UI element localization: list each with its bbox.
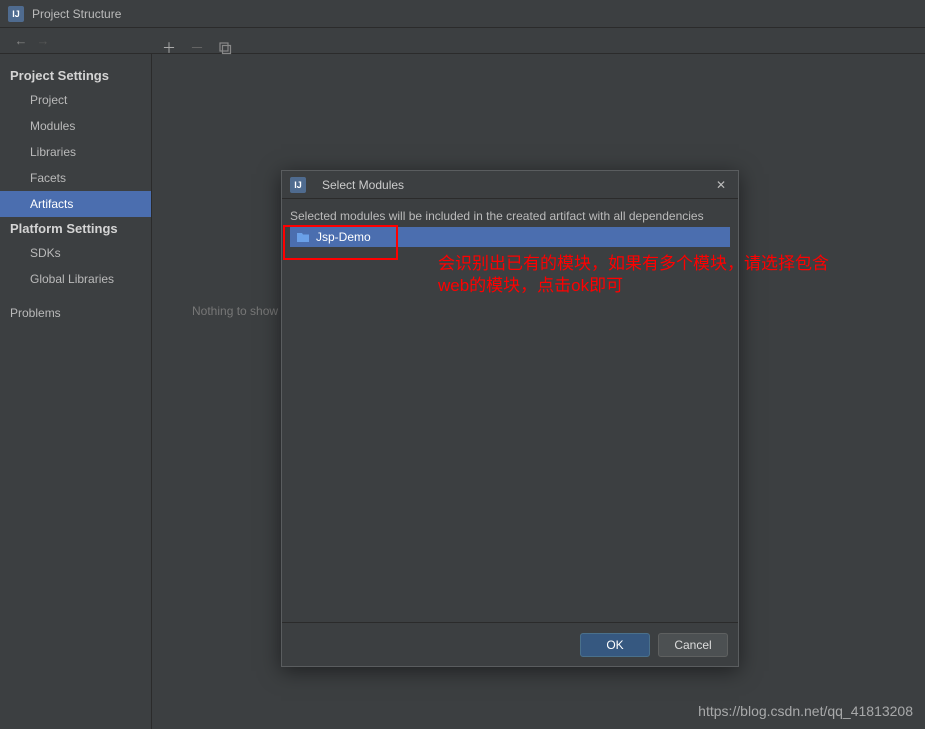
add-icon[interactable]: ＋	[160, 39, 178, 57]
section-header-platform-settings: Platform Settings	[0, 217, 151, 240]
dialog-app-icon: IJ	[290, 177, 306, 193]
ok-button[interactable]: OK	[580, 633, 650, 657]
sidebar-item-global-libraries[interactable]: Global Libraries	[0, 266, 151, 292]
nothing-to-show-label: Nothing to show	[192, 304, 278, 318]
dialog-hint: Selected modules will be included in the…	[290, 207, 730, 227]
forward-arrow-icon[interactable]: →	[32, 31, 54, 51]
sidebar-item-sdks[interactable]: SDKs	[0, 240, 151, 266]
dialog-footer: OK Cancel	[282, 622, 738, 666]
sidebar-item-project[interactable]: Project	[0, 87, 151, 113]
window-title: Project Structure	[32, 7, 121, 21]
close-icon[interactable]: ✕	[712, 176, 730, 194]
dialog-title: Select Modules	[322, 178, 712, 192]
app-icon: IJ	[8, 6, 24, 22]
sidebar-item-libraries[interactable]: Libraries	[0, 139, 151, 165]
titlebar: IJ Project Structure	[0, 0, 925, 28]
section-header-project-settings: Project Settings	[0, 64, 151, 87]
select-modules-dialog: IJ Select Modules ✕ Selected modules wil…	[281, 170, 739, 667]
sidebar-item-facets[interactable]: Facets	[0, 165, 151, 191]
back-arrow-icon[interactable]: ←	[10, 31, 32, 51]
sidebar-item-modules[interactable]: Modules	[0, 113, 151, 139]
dialog-titlebar: IJ Select Modules ✕	[282, 171, 738, 199]
sidebar: Project Settings Project Modules Librari…	[0, 54, 152, 729]
module-label: Jsp-Demo	[316, 230, 371, 244]
project-structure-window: IJ Project Structure ← → Project Setting…	[0, 0, 925, 729]
sidebar-item-problems[interactable]: Problems	[0, 300, 151, 326]
nav-row: ← →	[0, 28, 925, 54]
sidebar-item-artifacts[interactable]: Artifacts	[0, 191, 151, 217]
module-folder-icon	[296, 230, 310, 244]
watermark: https://blog.csdn.net/qq_41813208	[698, 703, 913, 719]
list-item[interactable]: Jsp-Demo	[290, 227, 730, 247]
dialog-body: Selected modules will be included in the…	[282, 199, 738, 622]
remove-icon[interactable]: －	[188, 39, 206, 57]
module-list[interactable]: Jsp-Demo	[290, 227, 730, 622]
artifact-toolbar: ＋ －	[160, 36, 234, 60]
copy-icon[interactable]	[216, 39, 234, 57]
cancel-button[interactable]: Cancel	[658, 633, 728, 657]
